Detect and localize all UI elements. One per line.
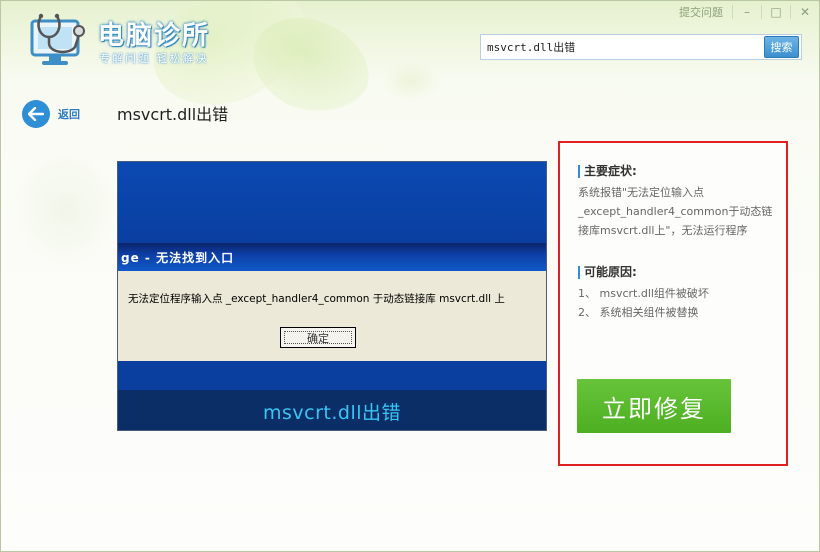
decorative-leaf	[11, 151, 121, 271]
app-title: 电脑诊所	[98, 21, 211, 51]
back-arrow-icon	[22, 100, 50, 128]
dialog-ok-button: 确定	[280, 327, 356, 348]
dialog-title: ge - 无法找到入口	[118, 243, 546, 271]
search-box: 搜索	[480, 34, 802, 60]
error-screenshot: ge - 无法找到入口 无法定位程序输入点 _except_handler4_c…	[117, 161, 547, 431]
app-logo-icon	[29, 13, 89, 71]
cause-title: 可能原因:	[578, 266, 637, 279]
search-button[interactable]: 搜索	[764, 36, 799, 58]
fix-now-button[interactable]: 立即修复	[577, 379, 731, 433]
error-dialog: ge - 无法找到入口 无法定位程序输入点 _except_handler4_c…	[118, 243, 546, 361]
cause-item: 2、 系统相关组件被替换	[578, 306, 699, 319]
symptom-title: 主要症状:	[578, 165, 637, 178]
cause-item: 1、 msvcrt.dll组件被破坏	[578, 287, 709, 300]
page-title: msvcrt.dll出错	[117, 105, 229, 124]
diagnosis-panel: 主要症状: 系统报错"无法定位输入点_except_handler4_commo…	[558, 141, 788, 466]
decorative-leaf	[381, 61, 441, 101]
app-slogan: 专解问题 轻松解决	[99, 52, 209, 65]
back-button[interactable]: 返回	[22, 100, 80, 128]
close-button[interactable]: ✕	[791, 1, 819, 23]
back-label: 返回	[58, 108, 80, 121]
maximize-button[interactable]: □	[762, 1, 790, 23]
symptom-text: 系统报错"无法定位输入点_except_handler4_common于动态链接…	[578, 186, 773, 237]
screenshot-caption: msvcrt.dll出错	[118, 390, 546, 430]
minimize-button[interactable]: –	[733, 1, 761, 23]
window-controls: 提交问题 – □ ✕	[670, 1, 819, 23]
app-window: 电脑诊所 专解问题 轻松解决 提交问题 – □ ✕ 搜索 返回 msvcrt.d…	[0, 0, 820, 552]
dialog-message: 无法定位程序输入点 _except_handler4_common 于动态链接库…	[128, 293, 505, 305]
feedback-link[interactable]: 提交问题	[670, 1, 732, 23]
search-input[interactable]	[487, 39, 757, 55]
